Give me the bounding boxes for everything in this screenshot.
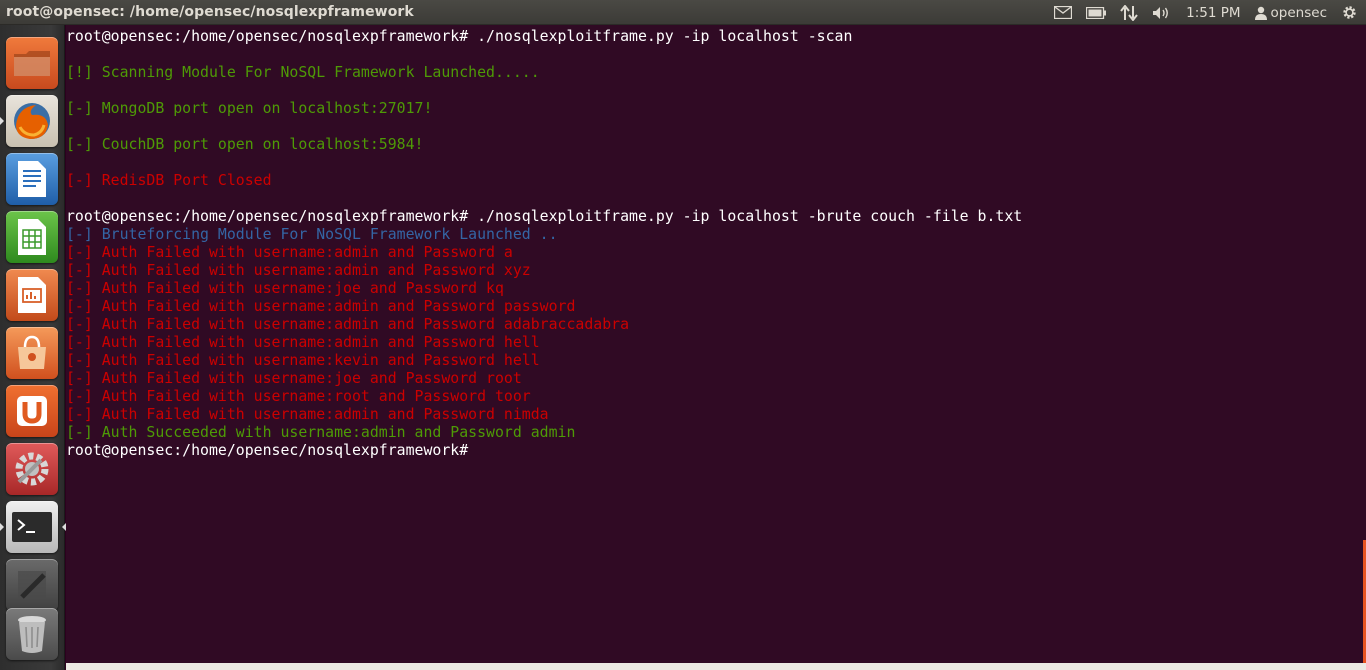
terminal-line: [-] CouchDB port open on localhost:5984!: [66, 135, 424, 153]
writer-icon: [6, 153, 58, 205]
network-arrows-icon[interactable]: [1120, 4, 1138, 21]
terminal-line: [-] MongoDB port open on localhost:27017…: [66, 99, 433, 117]
system-settings-icon: [6, 443, 58, 495]
running-indicator: [0, 117, 4, 125]
launcher-item-ubuntu-one[interactable]: [6, 385, 58, 437]
terminal-output: root@opensec:/home/opensec/nosqlexpframe…: [66, 27, 1022, 459]
ubuntu-one-icon: [6, 385, 58, 437]
terminal-line: [-] Auth Failed with username:root and P…: [66, 387, 531, 405]
workspace-switcher-icon: [6, 559, 58, 611]
mail-icon[interactable]: [1054, 6, 1073, 19]
launcher-item-terminal[interactable]: [0, 501, 66, 553]
terminal-line: [-] Auth Succeeded with username:admin a…: [66, 423, 576, 441]
battery-icon[interactable]: [1086, 6, 1107, 19]
indicator-area: 1:51 PM opensec: [1054, 0, 1366, 25]
user-name: opensec: [1270, 4, 1327, 21]
terminal-line: [-] Auth Failed with username:kevin and …: [66, 351, 540, 369]
files-icon: [6, 37, 58, 89]
terminal-line: root@opensec:/home/opensec/nosqlexpframe…: [66, 207, 1023, 225]
running-indicator: [0, 523, 4, 531]
terminal-line: [-] Auth Failed with username:admin and …: [66, 405, 549, 423]
launcher-item-writer[interactable]: [6, 153, 58, 205]
terminal-line: [-] Auth Failed with username:admin and …: [66, 261, 531, 279]
launcher-item-system-settings[interactable]: [6, 443, 58, 495]
impress-icon: [6, 269, 58, 321]
launcher-item-trash[interactable]: [6, 608, 58, 660]
clock[interactable]: 1:51 PM: [1186, 5, 1240, 21]
calc-icon: [6, 211, 58, 263]
user-menu[interactable]: opensec: [1254, 4, 1327, 21]
launcher-item-impress[interactable]: [6, 269, 58, 321]
terminal-line: [-] Auth Failed with username:joe and Pa…: [66, 369, 522, 387]
window-title: root@opensec: /home/opensec/nosqlexpfram…: [6, 4, 414, 20]
terminal-line: [!] Scanning Module For NoSQL Framework …: [66, 63, 540, 81]
terminal-line: root@opensec:/home/opensec/nosqlexpframe…: [66, 441, 478, 459]
terminal-line: [-] Bruteforcing Module For NoSQL Framew…: [66, 225, 558, 243]
volume-icon[interactable]: [1152, 6, 1172, 20]
gear-icon[interactable]: [1341, 4, 1358, 21]
software-center-icon: [6, 327, 58, 379]
launcher: [0, 25, 66, 670]
terminal-line: [-] Auth Failed with username:admin and …: [66, 243, 513, 261]
terminal-line: [-] Auth Failed with username:admin and …: [66, 333, 540, 351]
clock-time: 1:51 PM: [1186, 4, 1241, 21]
launcher-item-software-center[interactable]: [6, 327, 58, 379]
launcher-item-workspace-switcher[interactable]: [6, 559, 58, 611]
terminal-window[interactable]: root@opensec:/home/opensec/nosqlexpframe…: [66, 25, 1366, 663]
terminal-line: root@opensec:/home/opensec/nosqlexpframe…: [66, 27, 853, 45]
terminal-icon: [6, 501, 58, 553]
user-icon: [1254, 6, 1267, 20]
firefox-icon: [6, 95, 58, 147]
launcher-item-calc[interactable]: [6, 211, 58, 263]
launcher-item-files[interactable]: [6, 37, 58, 89]
bottom-edge: [66, 663, 1366, 670]
terminal-line: [-] Auth Failed with username:admin and …: [66, 315, 630, 333]
trash-icon: [6, 608, 58, 660]
terminal-line: [-] Auth Failed with username:joe and Pa…: [66, 279, 504, 297]
terminal-line: [-] RedisDB Port Closed: [66, 171, 272, 189]
top-panel: root@opensec: /home/opensec/nosqlexpfram…: [0, 0, 1366, 25]
terminal-line: [-] Auth Failed with username:admin and …: [66, 297, 576, 315]
launcher-item-firefox[interactable]: [0, 95, 58, 147]
